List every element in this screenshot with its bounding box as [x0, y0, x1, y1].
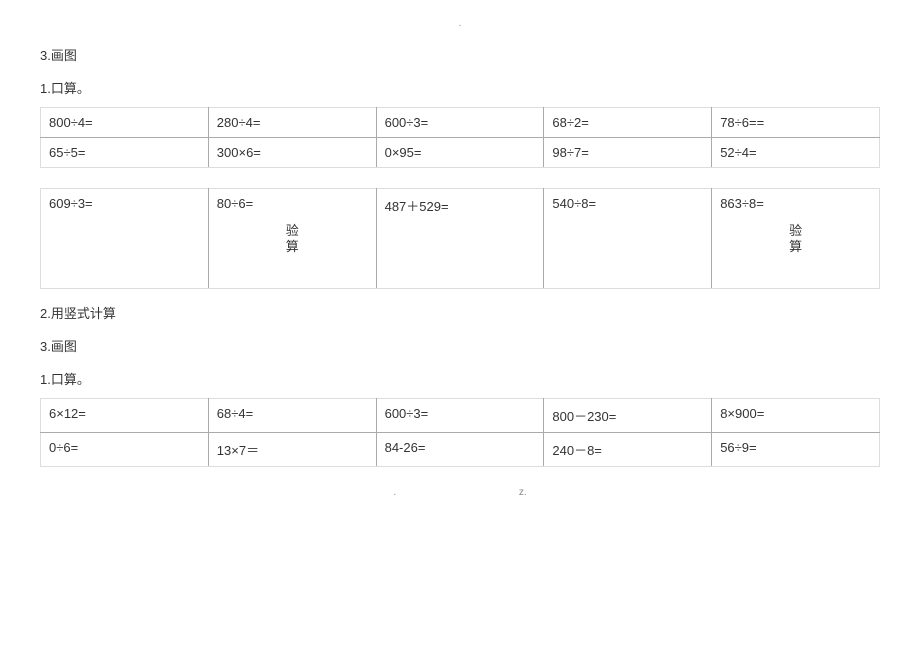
- math-cell: 0×95=: [376, 138, 544, 168]
- top-dot: ·: [40, 20, 880, 31]
- table-row: 800÷4= 280÷4= 600÷3= 68÷2= 78÷6==: [41, 108, 880, 138]
- heading-draw-2: 3.画图: [40, 336, 880, 355]
- math-cell: 56÷9=: [712, 433, 880, 467]
- math-cell: 609÷3=: [41, 189, 209, 289]
- expression: 609÷3=: [49, 196, 93, 211]
- expression: 80÷6=: [217, 196, 253, 211]
- heading-vertical: 2.用竖式计算: [40, 303, 880, 322]
- math-cell: 300×6=: [208, 138, 376, 168]
- table-row: 65÷5= 300×6= 0×95= 98÷7= 52÷4=: [41, 138, 880, 168]
- math-cell: 68÷4=: [208, 399, 376, 433]
- expression: 487＋529=: [385, 199, 449, 214]
- math-cell: 8×900=: [712, 399, 880, 433]
- table-row: 609÷3= 80÷6= 验算 487＋529= 540÷8= 863÷8= 验…: [41, 189, 880, 289]
- vertical-calc-table: 609÷3= 80÷6= 验算 487＋529= 540÷8= 863÷8= 验…: [40, 188, 880, 289]
- math-cell: 487＋529=: [376, 189, 544, 289]
- check-label: 验算: [788, 223, 802, 254]
- math-cell: 6×12=: [41, 399, 209, 433]
- heading-mental-2: 1.口算。: [40, 369, 880, 388]
- math-cell: 98÷7=: [544, 138, 712, 168]
- math-cell: 13×7＝: [208, 433, 376, 467]
- math-cell: 600÷3=: [376, 399, 544, 433]
- table-row: 0÷6= 13×7＝ 84-26= 240－8= 56÷9=: [41, 433, 880, 467]
- math-cell: 78÷6==: [712, 108, 880, 138]
- math-cell: 68÷2=: [544, 108, 712, 138]
- math-cell: 52÷4=: [712, 138, 880, 168]
- math-cell: 540÷8=: [544, 189, 712, 289]
- mental-math-table-2: 6×12= 68÷4= 600÷3= 800－230= 8×900= 0÷6= …: [40, 398, 880, 467]
- expression: 540÷8=: [552, 196, 596, 211]
- math-cell: 0÷6=: [41, 433, 209, 467]
- math-cell: 65÷5=: [41, 138, 209, 168]
- check-label: 验算: [285, 223, 299, 254]
- table-row: 6×12= 68÷4= 600÷3= 800－230= 8×900=: [41, 399, 880, 433]
- expression: 863÷8=: [720, 196, 764, 211]
- math-cell: 800÷4=: [41, 108, 209, 138]
- math-cell: 80÷6= 验算: [208, 189, 376, 289]
- math-cell: 863÷8= 验算: [712, 189, 880, 289]
- math-cell: 600÷3=: [376, 108, 544, 138]
- footer: . z.: [40, 487, 880, 498]
- mental-math-table-1: 800÷4= 280÷4= 600÷3= 68÷2= 78÷6== 65÷5= …: [40, 107, 880, 168]
- math-cell: 800－230=: [544, 399, 712, 433]
- math-cell: 240－8=: [544, 433, 712, 467]
- math-cell: 280÷4=: [208, 108, 376, 138]
- math-cell: 84-26=: [376, 433, 544, 467]
- heading-draw-1: 3.画图: [40, 45, 880, 64]
- footer-right: z.: [519, 487, 527, 498]
- heading-mental-1: 1.口算。: [40, 78, 880, 97]
- footer-left: .: [393, 487, 396, 498]
